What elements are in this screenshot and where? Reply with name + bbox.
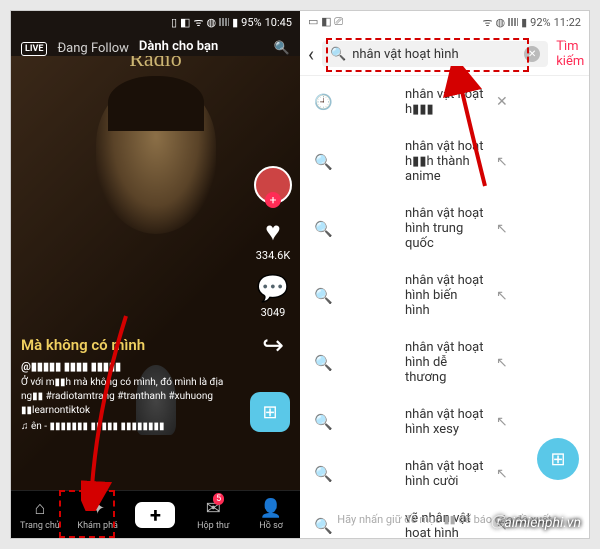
search-icon: 🔍 <box>314 287 393 305</box>
search-icon: 🔍 <box>314 220 393 238</box>
close-icon[interactable]: ✕ <box>496 94 575 110</box>
search-input-container[interactable]: 🔍 ✕ <box>322 41 548 67</box>
suggestion-row[interactable]: 🔍nhân vật hoạt hình trung quốc↖ <box>300 195 589 262</box>
bottom-nav: ⌂Trang chủ ✦Khám phá + ✉Hộp thư5 👤Hồ sơ <box>11 490 300 538</box>
insert-icon[interactable]: ↖ <box>496 288 575 304</box>
back-icon[interactable]: ‹ <box>308 42 314 66</box>
grid-fab[interactable]: ⊞ <box>537 438 579 480</box>
search-input[interactable] <box>352 47 518 62</box>
suggestion-row[interactable]: 🔍nhân vật hoạt hình xesy↖ <box>300 396 589 448</box>
author-avatar[interactable] <box>254 166 292 204</box>
tiktok-feed-screen: ▯◧ᯤ◍▮ 95% 10:45 LIVE Đang Follow Dành ch… <box>11 11 300 538</box>
insert-icon[interactable]: ↖ <box>496 355 575 371</box>
tiktok-search-screen: ▭ ◧ ⎚ ᯤ◍▮ 92% 11:22 ‹ 🔍 ✕ Tìm kiếm 🕘nhân… <box>300 11 589 538</box>
clear-icon[interactable]: ✕ <box>524 46 540 62</box>
suggestion-row[interactable]: 🔍nhân vật hoạt hình biến hình↖ <box>300 262 589 329</box>
suggestion-row[interactable]: 🕘nhân vật hoạt h▮▮▮✕ <box>300 76 589 128</box>
channel-overlay: Radio <box>129 56 182 72</box>
nav-home[interactable]: ⌂Trang chủ <box>11 491 69 538</box>
search-bar: ‹ 🔍 ✕ Tìm kiếm <box>300 33 589 76</box>
search-icon: 🔍 <box>330 47 346 62</box>
suggestion-row[interactable]: 🔍nhân vật hoạt h▮▮h thành anime↖ <box>300 128 589 195</box>
clock-icon: 🕘 <box>314 93 393 111</box>
nav-inbox[interactable]: ✉Hộp thư5 <box>184 491 242 538</box>
like-button[interactable]: ♥334.6K <box>256 216 291 262</box>
insert-icon[interactable]: ↖ <box>496 221 575 237</box>
video-area[interactable]: Radio Tâm Trạng ♥334.6K 💬3049 ↪ Mà không… <box>11 56 300 490</box>
search-icon: 🔍 <box>314 413 393 431</box>
search-icon: 🔍 <box>314 354 393 372</box>
comment-button[interactable]: 💬3049 <box>257 274 289 319</box>
status-bar: ▯◧ᯤ◍▮ 95% 10:45 <box>11 11 300 33</box>
live-icon[interactable]: LIVE <box>21 42 47 56</box>
nav-create[interactable]: + <box>127 491 185 538</box>
share-button[interactable]: ↪ <box>262 331 284 361</box>
search-button[interactable]: Tìm kiếm <box>556 39 584 69</box>
tab-following[interactable]: Đang Follow <box>57 41 128 56</box>
grid-fab[interactable]: ⊞ <box>250 392 290 432</box>
action-sidebar: ♥334.6K 💬3049 ↪ <box>254 166 292 361</box>
insert-icon[interactable]: ↖ <box>496 414 575 430</box>
search-icon: 🔍 <box>314 465 393 483</box>
watermark: ⓣaimienphi.vn <box>490 512 581 532</box>
nav-profile[interactable]: 👤Hồ sơ <box>242 491 300 538</box>
suggestion-row[interactable]: 🔍nhân vật hoạt hình dễ thương↖ <box>300 329 589 396</box>
caption: Mà không có mình @▮▮▮▮▮ ▮▮▮▮ ▮▮▮▮▮ Ở với… <box>21 336 240 432</box>
status-bar: ▭ ◧ ⎚ ᯤ◍▮ 92% 11:22 <box>300 11 589 33</box>
insert-icon[interactable]: ↖ <box>496 154 575 170</box>
search-icon[interactable]: 🔍 <box>274 41 290 56</box>
sound-info[interactable]: ♫ ên - ▮▮▮▮▮▮▮ ▮▮▮▮▮ ▮▮▮▮▮▮▮▮ <box>21 421 240 432</box>
search-icon: 🔍 <box>314 153 393 171</box>
nav-discover[interactable]: ✦Khám phá <box>69 491 127 538</box>
